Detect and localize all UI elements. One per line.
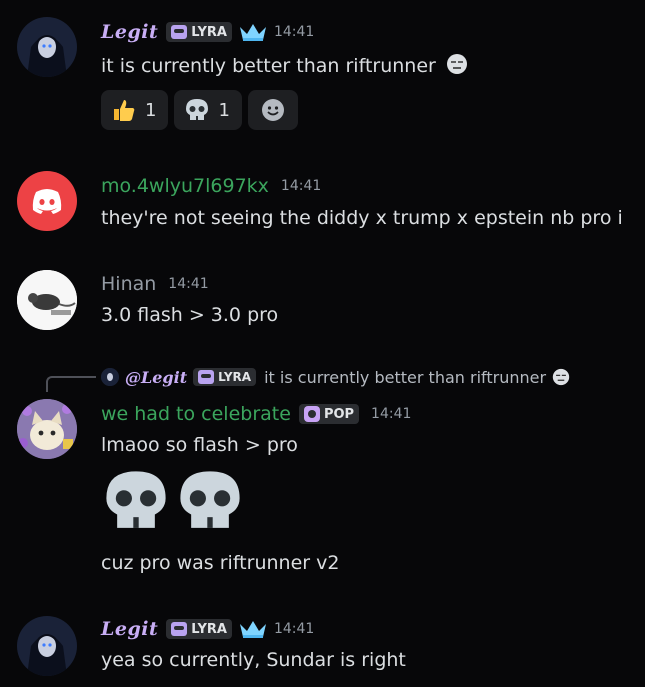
reply-username[interactable]: @Legit xyxy=(125,368,187,387)
avatar-discord-default[interactable] xyxy=(17,171,77,231)
message-content: it is currently better than riftrunner xyxy=(101,53,468,80)
shield-icon xyxy=(303,406,320,422)
username[interactable]: Legit xyxy=(101,618,158,640)
unamused-emoji-icon xyxy=(446,53,468,80)
rat-avatar-icon xyxy=(17,270,77,330)
avatar-legit[interactable] xyxy=(17,616,77,676)
reaction-count: 1 xyxy=(145,99,157,121)
reply-guild-tag: LYRA xyxy=(193,368,257,386)
guild-tag-label: POP xyxy=(323,406,355,422)
guild-tag[interactable]: LYRA xyxy=(166,22,232,42)
robot-icon xyxy=(171,25,188,39)
timestamp: 14:41 xyxy=(280,178,322,194)
reaction-count: 1 xyxy=(218,99,230,121)
robot-icon xyxy=(171,622,188,636)
timestamp: 14:41 xyxy=(273,24,315,40)
avatar-legit[interactable] xyxy=(17,17,77,77)
guild-tag[interactable]: POP xyxy=(298,404,360,424)
avatar-hinan[interactable] xyxy=(17,270,77,330)
reply-preview[interactable]: @Legit LYRA it is currently better than … xyxy=(101,366,570,388)
reply-text: it is currently better than riftrunner xyxy=(264,367,547,387)
message-text: they're not seeing the diddy x trump x e… xyxy=(101,207,623,229)
reply-connector xyxy=(46,376,96,392)
reply-guild-tag-label: LYRA xyxy=(218,370,252,384)
reaction-skull[interactable]: 1 xyxy=(174,90,242,130)
username[interactable]: mo.4wlyu7l697kx xyxy=(101,175,269,197)
skull-icon xyxy=(186,99,209,120)
unamused-emoji-icon xyxy=(552,368,570,386)
reaction-thumbs-up[interactable]: 1 xyxy=(101,90,169,130)
cat-avatar-icon xyxy=(17,399,77,459)
guild-tag-label: LYRA xyxy=(191,621,227,637)
discord-logo-icon xyxy=(32,189,62,214)
avatar-celebrate[interactable] xyxy=(17,399,77,459)
jumbo-emoji-row xyxy=(101,466,245,536)
skull-icon xyxy=(106,471,166,528)
skull-icon xyxy=(180,471,240,528)
robot-icon xyxy=(198,370,215,384)
guild-tag[interactable]: LYRA xyxy=(166,619,232,639)
message-text: it is currently better than riftrunner xyxy=(101,55,436,77)
username[interactable]: we had to celebrate xyxy=(101,403,291,425)
message-text: lmaoo so flash > pro xyxy=(101,434,298,456)
timestamp: 14:41 xyxy=(168,276,209,292)
username[interactable]: Legit xyxy=(101,21,158,43)
reply-avatar xyxy=(101,368,119,386)
reactions-bar: 1 1 xyxy=(101,90,298,130)
add-reaction-icon xyxy=(261,99,284,121)
crown-icon xyxy=(238,618,268,640)
crown-icon xyxy=(238,21,268,43)
timestamp: 14:41 xyxy=(371,406,412,422)
thumbs-up-icon xyxy=(114,100,135,121)
username[interactable]: Hinan xyxy=(101,273,156,295)
add-reaction-button[interactable] xyxy=(247,90,298,130)
message-text: cuz pro was riftrunner v2 xyxy=(101,552,340,574)
timestamp: 14:41 xyxy=(273,621,315,637)
message-text: yea so currently, Sundar is right xyxy=(101,649,406,671)
message-text: 3.0 flash > 3.0 pro xyxy=(101,304,279,326)
guild-tag-label: LYRA xyxy=(191,24,227,40)
